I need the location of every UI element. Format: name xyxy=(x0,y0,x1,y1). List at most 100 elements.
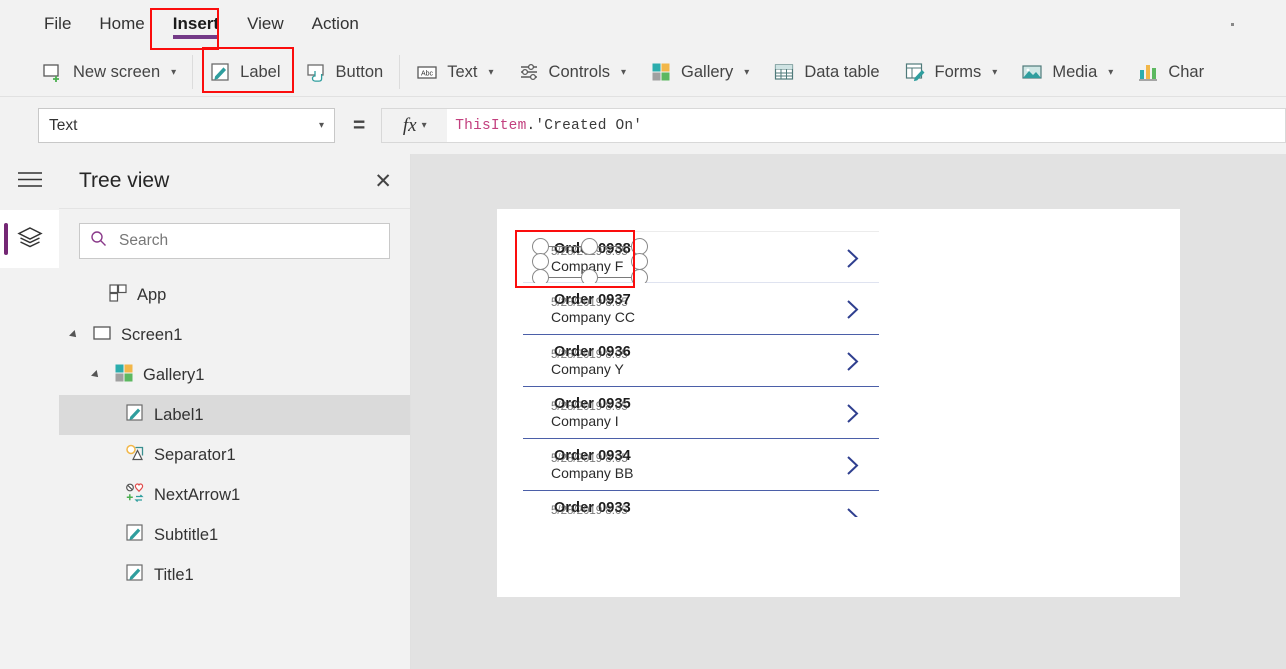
next-arrow-icon[interactable] xyxy=(846,455,861,476)
ribbon-chart-button[interactable]: Char xyxy=(1125,52,1216,92)
resize-handle-e[interactable] xyxy=(631,253,648,270)
gallery-row[interactable]: Order 0935 5/28/2019 8:05 Company I xyxy=(523,387,879,439)
gallery-row-date: 5/28/2019 8:05 xyxy=(551,505,628,517)
screen1-surface[interactable]: Order 0938 5/28/2019 8:05 Company F Orde… xyxy=(497,209,1180,597)
gallery-row-date: 5/28/2019 8:05 xyxy=(551,401,628,413)
active-indicator xyxy=(4,223,8,255)
tree-node-label: Gallery1 xyxy=(143,365,205,384)
property-selector-value: Text xyxy=(49,116,78,134)
next-arrow-icon[interactable] xyxy=(846,351,861,372)
svg-text:Abc: Abc xyxy=(421,71,434,78)
menu-item-home[interactable]: Home xyxy=(85,0,158,48)
tree-view-rail-button[interactable] xyxy=(0,210,59,268)
ribbon-text-button[interactable]: Abc Text ▾ xyxy=(404,52,505,92)
tree-node-gallery1[interactable]: Gallery1 xyxy=(59,355,410,395)
gallery-row-date: 5/28/2019 8:05 xyxy=(551,349,628,361)
ribbon-controls-button[interactable]: Controls ▾ xyxy=(506,52,638,92)
forms-icon xyxy=(904,61,926,83)
tree-node-label: App xyxy=(137,285,167,304)
resize-handle-w[interactable] xyxy=(532,253,549,270)
tree-search-box[interactable] xyxy=(79,223,390,259)
menu-item-insert[interactable]: Insert xyxy=(159,0,233,48)
property-selector[interactable]: Text ▾ xyxy=(38,108,335,143)
next-arrow-icon[interactable] xyxy=(846,507,861,517)
formula-input[interactable]: ThisItem .'Created On' xyxy=(447,108,1286,143)
gallery-row-subtitle: Company CC xyxy=(551,309,636,325)
chevron-down-icon: ▾ xyxy=(621,66,627,78)
gallery-row-subtitle: Company Y xyxy=(551,361,624,377)
ribbon-media-label: Media xyxy=(1052,62,1098,81)
gallery-row[interactable]: Order 0933 5/28/2019 8:05 xyxy=(523,491,879,517)
chevron-down-icon: ▾ xyxy=(744,66,750,78)
power-apps-studio: File Home Insert View Action New screen … xyxy=(0,0,1286,669)
tree-node-title1[interactable]: Title1 xyxy=(59,555,410,595)
tree-node-separator1[interactable]: Separator1 xyxy=(59,435,410,475)
gallery-row-date: 5/28/2019 8:05 xyxy=(551,453,628,465)
ribbon-controls-label: Controls xyxy=(548,62,610,81)
ribbon-gallery-label: Gallery xyxy=(681,62,734,81)
next-arrow-icon[interactable] xyxy=(846,299,861,320)
hamburger-menu-button[interactable] xyxy=(0,154,59,210)
ribbon-data-table-button[interactable]: Data table xyxy=(761,52,891,92)
tree-view-panel: Tree view ✕ App Screen1 xyxy=(59,154,411,669)
button-icon xyxy=(305,61,327,83)
tree-node-label: Label1 xyxy=(154,405,204,424)
ribbon-forms-button[interactable]: Forms ▾ xyxy=(892,52,1010,92)
menu-item-action[interactable]: Action xyxy=(298,0,373,48)
screen-icon xyxy=(92,323,112,348)
menu-bar: File Home Insert View Action xyxy=(0,0,1286,48)
formula-token-rest: .'Created On' xyxy=(526,117,643,134)
tree-node-label: NextArrow1 xyxy=(154,485,241,504)
separator-icon xyxy=(125,443,145,468)
ribbon-chart-label: Char xyxy=(1168,62,1205,81)
ribbon-divider xyxy=(399,55,401,89)
next-arrow-icon[interactable] xyxy=(846,403,861,424)
data-table-icon xyxy=(773,61,795,83)
label-icon xyxy=(125,563,145,588)
gallery1[interactable]: Order 0938 5/28/2019 8:05 Company F Orde… xyxy=(523,231,879,517)
fx-button[interactable]: fx ▾ xyxy=(381,108,448,143)
ribbon-button-button[interactable]: Button xyxy=(293,52,396,92)
tree-node-nextarrow1[interactable]: NextArrow1 xyxy=(59,475,410,515)
ribbon-media-button[interactable]: Media ▾ xyxy=(1009,52,1125,92)
ribbon-gallery-button[interactable]: Gallery ▾ xyxy=(638,52,761,92)
gallery-row[interactable]: Order 0936 5/28/2019 8:05 Company Y xyxy=(523,335,879,387)
fx-label: fx xyxy=(402,114,417,136)
label1-selection-adorner[interactable] xyxy=(532,238,648,286)
formula-bar-row: Text ▾ = fx ▾ ThisItem .'Created On' xyxy=(0,97,1286,154)
new-screen-icon xyxy=(42,61,64,83)
label-icon xyxy=(125,403,145,428)
tree-node-screen1[interactable]: Screen1 xyxy=(59,315,410,355)
text-icon: Abc xyxy=(416,61,438,83)
gallery-row[interactable]: Order 0937 5/28/2019 8:05 Company CC xyxy=(523,283,879,335)
search-icon xyxy=(90,230,107,252)
chevron-down-icon: ▾ xyxy=(1108,66,1114,78)
controls-icon xyxy=(518,61,540,83)
resize-handle-n[interactable] xyxy=(581,238,598,255)
menu-item-file[interactable]: File xyxy=(30,0,85,48)
next-arrow-icon[interactable] xyxy=(846,248,861,269)
tree-node-label: Subtitle1 xyxy=(154,525,219,544)
tree-node-subtitle1[interactable]: Subtitle1 xyxy=(59,515,410,555)
gallery-row[interactable]: Order 0938 5/28/2019 8:05 Company F xyxy=(523,231,879,286)
search-input[interactable] xyxy=(117,231,379,251)
chevron-down-icon: ▾ xyxy=(171,66,177,78)
twisty-expanded-icon[interactable] xyxy=(69,328,83,342)
ribbon-new-screen-button[interactable]: New screen ▾ xyxy=(30,52,188,92)
ribbon-forms-label: Forms xyxy=(934,62,982,81)
insert-ribbon: New screen ▾ Label Button Abc Text ▾ Con… xyxy=(0,48,1286,97)
menu-item-view[interactable]: View xyxy=(233,0,298,48)
tree-node-label1[interactable]: Label1 xyxy=(59,395,410,435)
next-arrow-icon xyxy=(125,482,145,508)
ribbon-label-button[interactable]: Label xyxy=(197,52,292,92)
close-icon[interactable]: ✕ xyxy=(374,171,392,192)
left-icon-rail xyxy=(0,154,59,669)
ribbon-label-label: Label xyxy=(240,62,281,81)
gallery-icon xyxy=(114,363,134,388)
ribbon-button-label: Button xyxy=(335,62,384,81)
gallery-row[interactable]: Order 0934 5/28/2019 8:05 Company BB xyxy=(523,439,879,491)
ribbon-data-table-label: Data table xyxy=(804,62,880,81)
menu-overflow-dot xyxy=(1231,23,1234,26)
tree-node-app[interactable]: App xyxy=(59,275,410,315)
twisty-expanded-icon[interactable] xyxy=(91,368,105,382)
